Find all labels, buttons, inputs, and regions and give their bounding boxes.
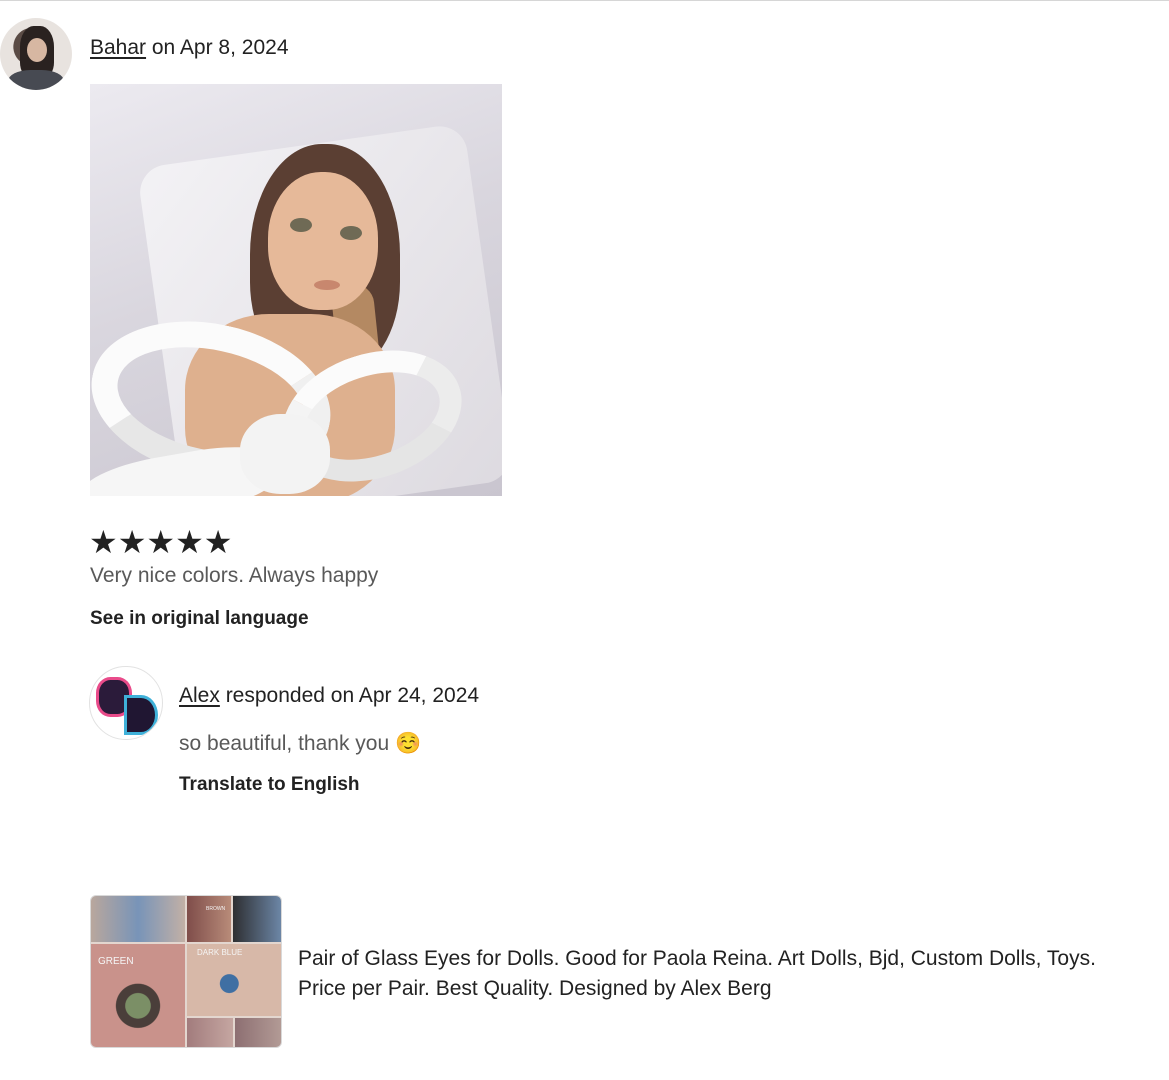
- seller-response-line: Alex responded on Apr 24, 2024: [179, 684, 479, 708]
- top-divider: [0, 0, 1169, 1]
- avatar-shirt: [8, 70, 64, 90]
- reviewer-avatar[interactable]: [0, 18, 72, 90]
- reviewer-line: Bahar on Apr 8, 2024: [90, 36, 289, 60]
- reviewer-name-link[interactable]: Bahar: [90, 36, 146, 59]
- seller-avatar[interactable]: [89, 666, 163, 740]
- response-date: responded on Apr 24, 2024: [219, 684, 480, 707]
- product-title-link[interactable]: Pair of Glass Eyes for Dolls. Good for P…: [298, 944, 1148, 1004]
- thumbnail-label-brown: BROWN: [206, 906, 226, 912]
- translate-button[interactable]: Translate to English: [179, 774, 360, 796]
- review-text: Very nice colors. Always happy: [90, 564, 379, 587]
- thumbnail-label-green: GREEN: [98, 956, 134, 967]
- seller-reply-text: so beautiful, thank you ☺️: [179, 732, 422, 755]
- thumbnail-label-dark-blue: DARK BLUE: [197, 948, 243, 957]
- review-photo[interactable]: [90, 84, 502, 496]
- product-thumbnail[interactable]: GREEN DARK BLUE BROWN: [90, 895, 282, 1048]
- avatar-face: [27, 38, 47, 62]
- star-rating: ★★★★★: [89, 524, 233, 560]
- see-original-language-button[interactable]: See in original language: [90, 608, 309, 630]
- seller-name-link[interactable]: Alex: [179, 684, 220, 707]
- review-date: on Apr 8, 2024: [146, 36, 289, 59]
- logo-d-icon: [124, 695, 158, 735]
